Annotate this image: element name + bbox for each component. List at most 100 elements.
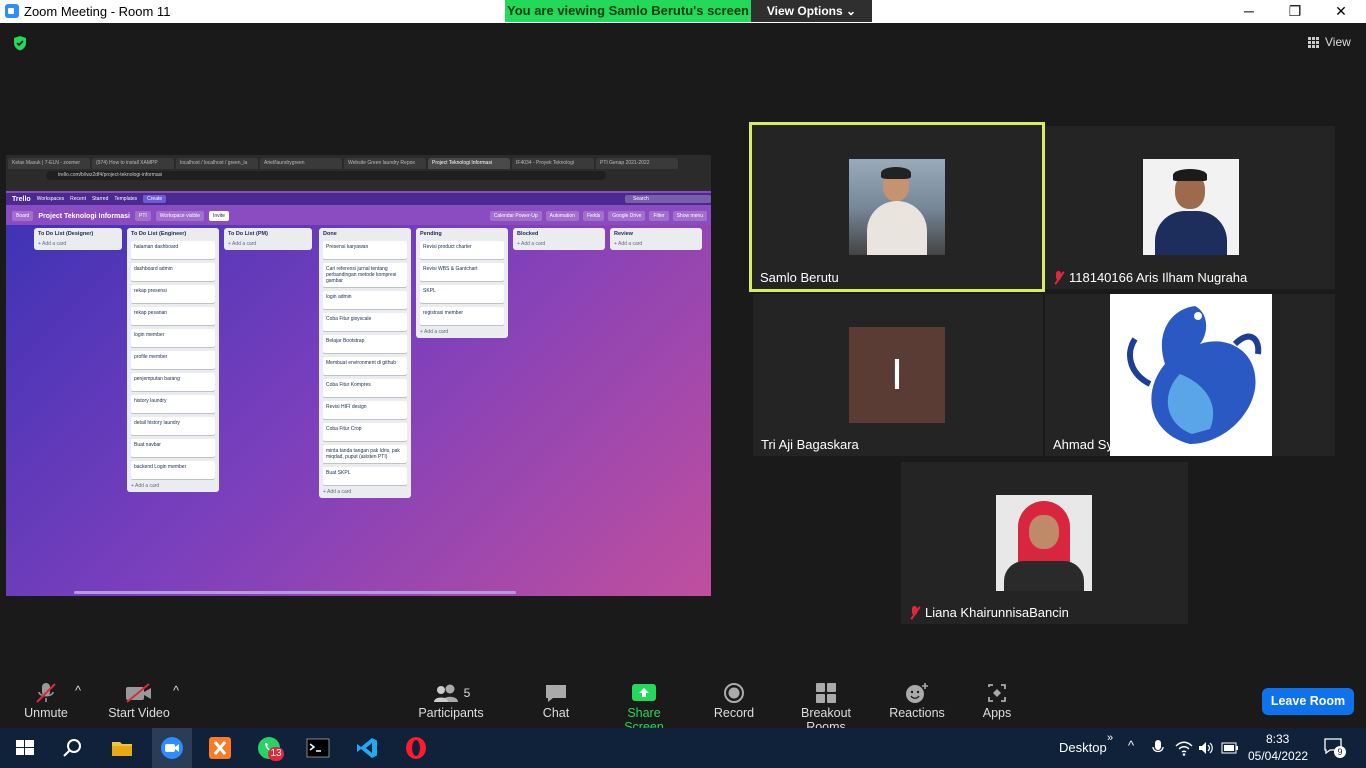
terminal-icon[interactable] [306,736,330,760]
participant-photo [1143,159,1239,255]
add-card-link: + Add a card [228,241,257,247]
trello-card: rekap presensi [131,285,215,303]
trello-card: Buat navbar [131,439,215,457]
record-button[interactable]: Record [712,680,756,720]
video-options-chevron[interactable]: ^ [170,684,182,698]
xampp-icon[interactable] [208,736,232,760]
trello-list: Pending Revisi product charter Revisi WBS … [416,228,508,338]
audio-options-chevron[interactable]: ^ [72,684,84,698]
notification-count: 9 [1334,746,1346,758]
chat-button[interactable]: Chat [536,680,576,720]
trello-card: halaman dashboard [131,241,215,259]
add-card-link: + Add a card [420,329,449,335]
chat-icon [546,685,566,702]
trello-card: history laundry [131,395,215,413]
muted-mic-icon [909,605,921,620]
trello-list: Blocked + Add a card [513,228,605,250]
view-options-button[interactable]: View Options ⌄ [751,0,872,22]
participant-photo [996,495,1092,591]
start-video-button[interactable]: Start Video [106,680,172,720]
windows-start-icon[interactable] [13,736,37,760]
file-explorer-icon[interactable] [110,736,134,760]
trello-card: registrasi member [420,307,504,325]
participant-name: Tri Aji Bagaskara [761,437,859,452]
add-card-link: + Add a card [517,241,546,247]
reactions-button[interactable]: Reactions [888,680,946,720]
participant-name: 118140166 Aris Ilham Nugraha [1053,270,1247,285]
microphone-icon[interactable] [1152,739,1164,757]
zoom-icon [161,737,183,759]
trello-card: profile member [131,351,215,369]
trello-card: Coba Fitur Kompres [323,379,407,397]
shared-screen[interactable]: Kelas Masuk | 7-ELN - zoomer (974) How to… [6,155,711,596]
trello-card: Belajar Bootstrap [323,335,407,353]
chevron-up-icon[interactable]: ^ [1128,738,1134,753]
trello-card: Membuat environment di github [323,357,407,375]
trello-card: Revisi HIFI design [323,401,407,419]
trello-card: penjemputan barang [131,373,215,391]
breakout-rooms-icon [816,683,836,703]
clock-date[interactable]: 05/04/2022 [1248,749,1308,763]
participant-count: 5 [463,686,471,700]
search-icon[interactable] [61,736,85,760]
participant-name: Samlo Berutu [760,270,839,285]
leave-room-button[interactable]: Leave Room [1262,688,1354,715]
zoom-taskbar-item[interactable] [152,728,192,768]
trello-list: Review + Add a card [610,228,702,250]
share-screen-button[interactable]: Share Screen [606,680,682,734]
apps-icon [988,684,1006,702]
apps-button[interactable]: Apps [978,680,1016,720]
view-button[interactable]: View [1308,35,1351,49]
list-title: Review [614,231,633,237]
maximize-button[interactable]: ❐ [1272,0,1318,23]
record-icon [724,683,744,703]
encryption-shield-icon[interactable] [12,35,28,51]
participant-tile[interactable]: Liana KhairunnisaBancin [901,462,1188,624]
trello-card: rekap pesanan [131,307,215,325]
share-banner: You are viewing Samlo Berutu's screen Vi… [505,0,872,22]
trello-card: minta tanda tangan pak Idris, pak miqdad… [323,445,407,463]
close-button[interactable]: ✕ [1318,0,1364,23]
trello-card: detail history laundry [131,417,215,435]
clock-time[interactable]: 8:33 [1266,732,1289,746]
window-title: Zoom Meeting - Room 11 [24,4,171,19]
opera-icon[interactable] [404,736,428,760]
trello-list: To Do List (PM) + Add a card [224,228,312,250]
add-card-link: + Add a card [323,489,352,495]
list-title: Done [323,231,337,237]
trello-card: login member [131,329,215,347]
list-title: Pending [420,231,442,237]
trello-card: Coba Fitur Crop [323,423,407,441]
zoom-app-icon [5,4,19,18]
participant-tile[interactable]: Samlo Berutu [749,122,1045,292]
whatsapp-badge: 13 [268,747,284,761]
peacock-avatar-icon [1110,294,1272,456]
toolbar-chevron-icon[interactable]: » [1107,732,1113,744]
add-card-link: + Add a card [614,241,643,247]
trello-list: To Do List (Engineer) halaman dashboard da… [127,228,219,492]
desktop-toolbar[interactable]: Desktop [1059,740,1107,755]
vscode-icon[interactable] [355,736,379,760]
windows-taskbar: 13 Desktop » ^ 8:33 05/04/2022 9 [0,728,1366,768]
minimize-button[interactable]: ─ [1226,0,1272,23]
trello-list: Done Presensi karyawan Cari referensi jurn… [319,228,411,498]
battery-icon[interactable] [1221,741,1239,755]
whatsapp-taskbar-item[interactable]: 13 [257,736,284,761]
trello-card: dashboard admin [131,263,215,281]
reactions-icon [906,683,928,703]
list-title: To Do List (PM) [228,231,268,237]
unmute-button[interactable]: Unmute [20,680,72,720]
add-card-link: + Add a card [131,483,160,489]
trello-card: login admin [323,291,407,309]
participant-photo [849,159,945,255]
notifications-button[interactable]: 9 [1324,738,1348,758]
participant-avatar-initial: I [849,327,945,423]
breakout-rooms-button[interactable]: Breakout Rooms [780,680,872,734]
trello-card: Buat SKPL [323,467,407,485]
volume-icon[interactable] [1198,740,1214,756]
participant-tile[interactable]: 118140166 Aris Ilham Nugraha [1045,126,1335,289]
wifi-icon[interactable] [1175,740,1193,756]
share-screen-icon [632,684,656,701]
participants-button[interactable]: 5 Participants [418,680,484,720]
participant-tile[interactable]: Ahmad Syafarudin [1045,294,1335,456]
